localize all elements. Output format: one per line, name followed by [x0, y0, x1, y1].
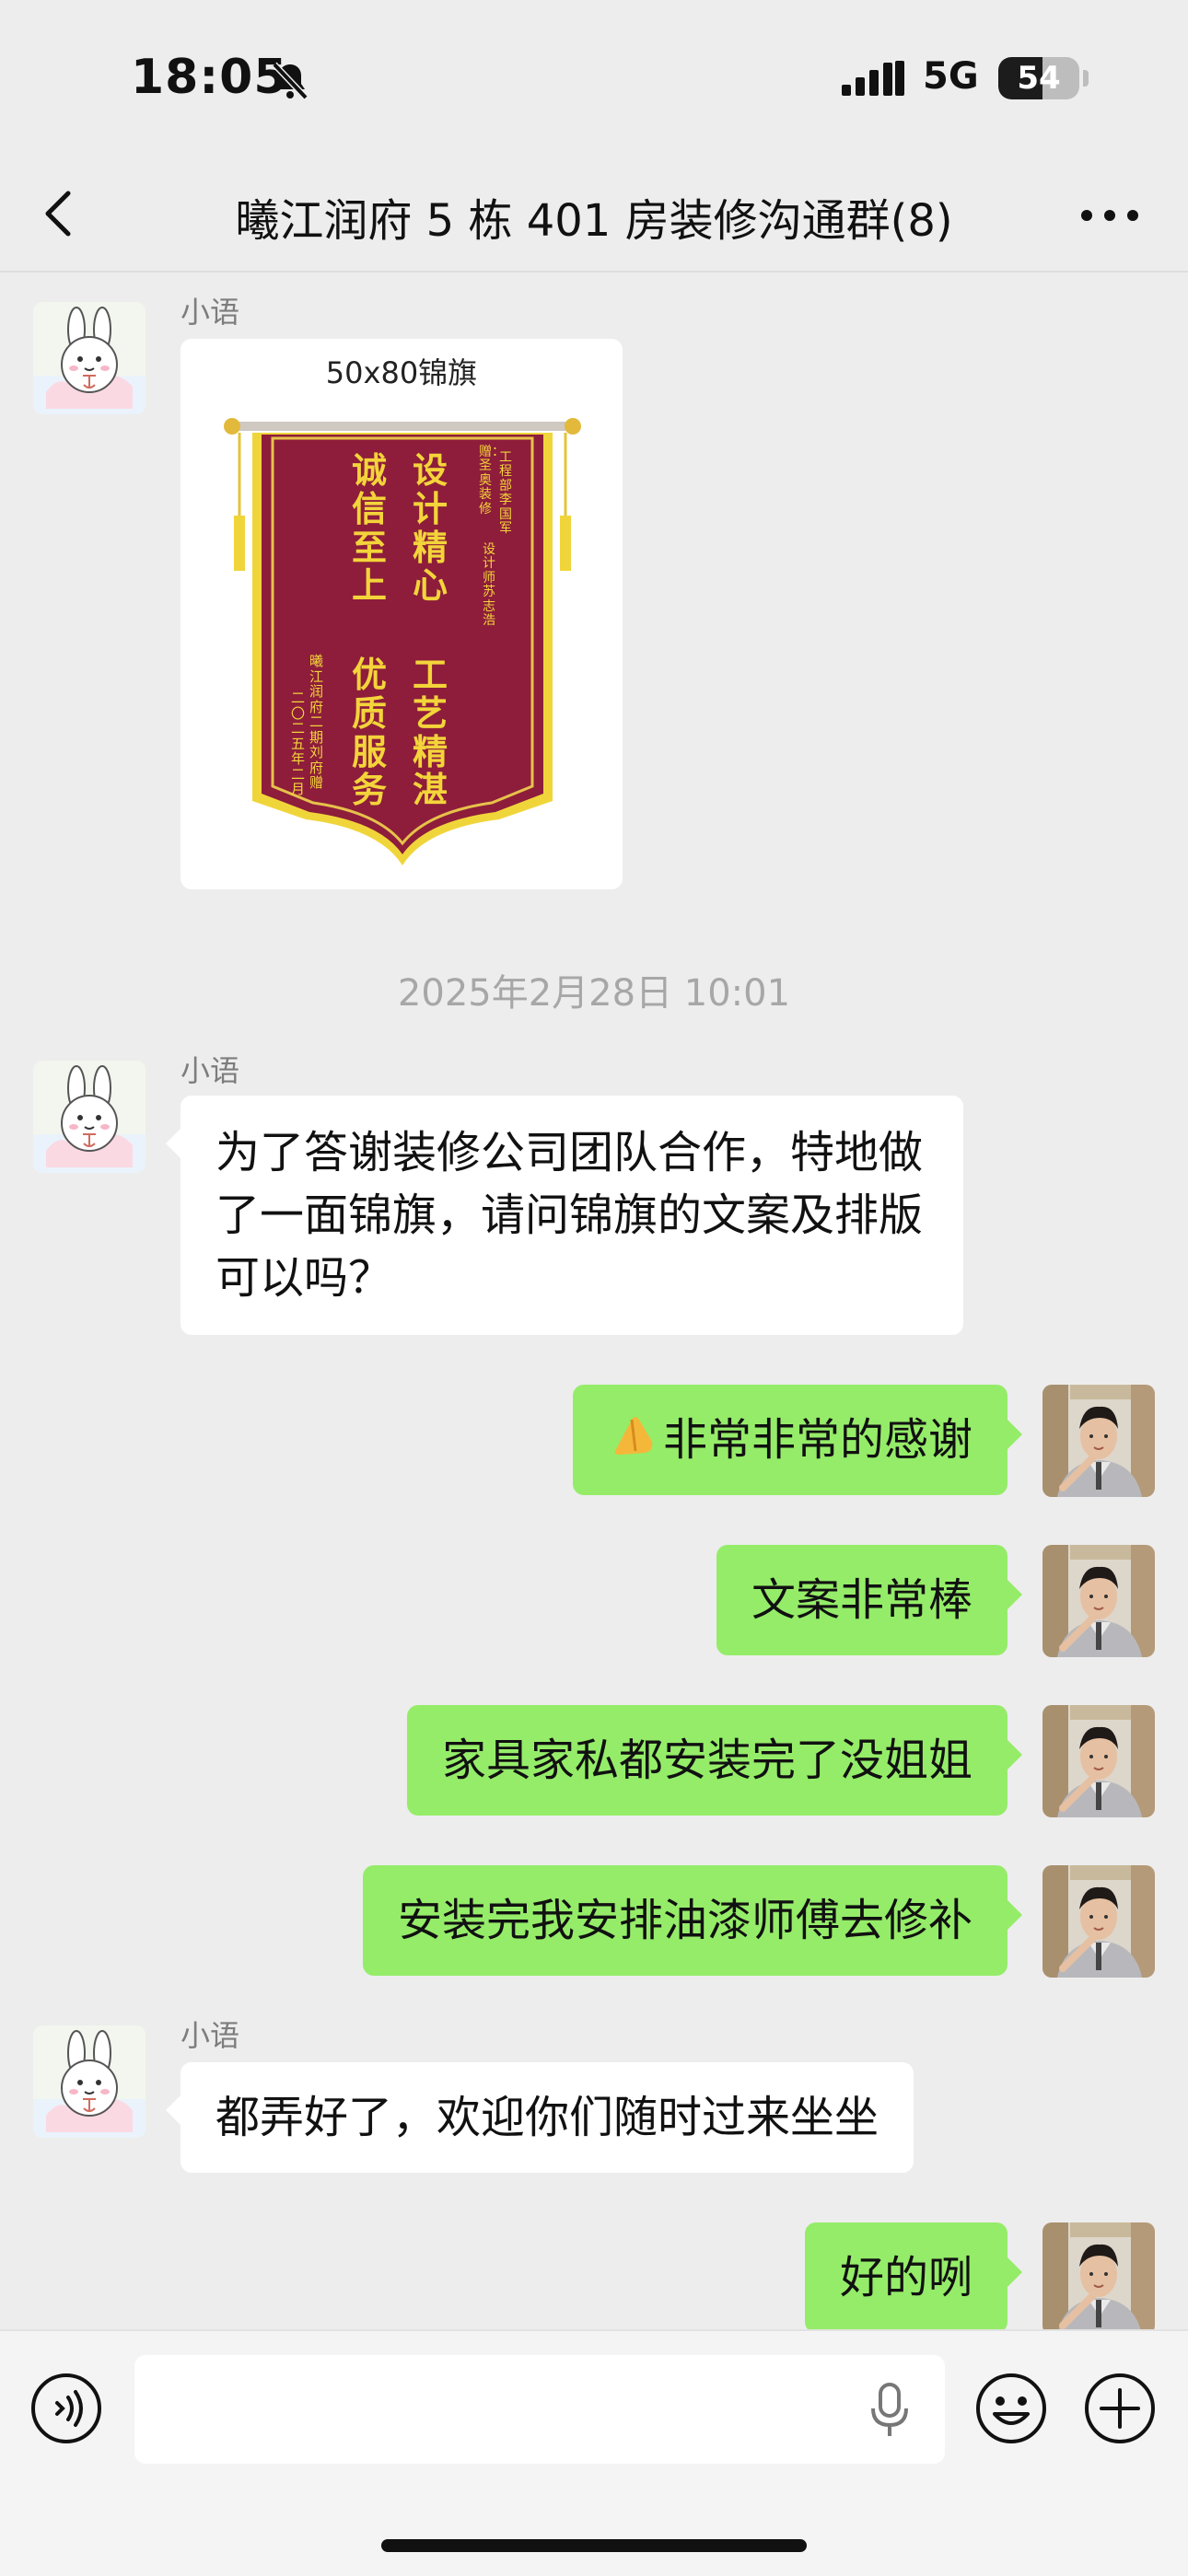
avatar-xiaoyu[interactable] [33, 1061, 146, 1173]
avatar-me[interactable] [1042, 1385, 1155, 1497]
fold-hands-emoji-icon [608, 1410, 659, 1462]
emoji-icon[interactable] [974, 2372, 1048, 2445]
chevron-left-icon[interactable] [37, 184, 83, 243]
avatar-me[interactable] [1042, 1705, 1155, 1817]
home-indicator[interactable] [381, 2539, 807, 2552]
avatar-xiaoyu[interactable] [33, 302, 146, 414]
message-text: 非常非常的感谢 [662, 1414, 973, 1466]
chat-title[interactable]: 曦江润府 5 栋 401 房装修沟通群(8) [138, 184, 1050, 249]
sender-name: 小语 [181, 2018, 240, 2053]
more-dots-icon[interactable] [1077, 206, 1142, 225]
avatar-me[interactable] [1042, 2222, 1155, 2335]
avatar-xiaoyu[interactable] [33, 2025, 146, 2138]
battery-icon: 54 [998, 57, 1079, 99]
network-type: 5G [923, 55, 979, 98]
banner-image [224, 418, 581, 865]
status-time: 18:05 [131, 50, 288, 105]
message-text: 家具家私都安装完了没姐姐 [441, 1735, 973, 1786]
battery-tip [1083, 70, 1089, 87]
avatar-me[interactable] [1042, 1865, 1155, 1978]
plus-icon[interactable] [1083, 2372, 1157, 2445]
avatar-me[interactable] [1042, 1545, 1155, 1657]
message-text: 好的咧 [839, 2252, 973, 2303]
message-text: 都弄好了，欢迎你们随时过来坐坐 [215, 2092, 879, 2143]
message-text: 为了答谢装修公司团队合作，特地做了一面锦旗，请问锦旗的文案及排版可以吗？ [215, 1127, 924, 1304]
message-input[interactable] [134, 2355, 945, 2464]
message-bubble-outgoing[interactable]: 非常非常的感谢 [572, 1385, 1023, 1495]
microphone-icon[interactable] [871, 2383, 908, 2438]
voice-mode-icon[interactable] [29, 2372, 103, 2445]
chat-header: 曦江润府 5 栋 401 房装修沟通群(8) [0, 157, 1188, 273]
message-bubble-outgoing[interactable]: 安装完我安排油漆师傅去修补 [362, 1865, 1023, 1976]
sender-name: 小语 [181, 295, 240, 330]
image-caption: 50x80锦旗 [325, 355, 478, 390]
message-text: 安装完我安排油漆师傅去修补 [397, 1895, 973, 1946]
message-bubble-outgoing[interactable]: 文案非常棒 [716, 1545, 1023, 1655]
message-bubble-outgoing[interactable]: 家具家私都安装完了没姐姐 [406, 1705, 1023, 1816]
chat-timestamp: 2025年2月28日 10:01 [397, 972, 791, 1015]
status-bar: 18:05 5G 54 [0, 0, 1188, 157]
image-message[interactable]: 50x80锦旗 设计精心 工艺精湛 诚信至上 优质服务 赠：圣奥装修 工程部李国军 设计师苏… [181, 339, 623, 889]
message-bubble-incoming[interactable]: 都弄好了，欢迎你们随时过来坐坐 [165, 2062, 914, 2173]
message-bubble-incoming[interactable]: 为了答谢装修公司团队合作，特地做了一面锦旗，请问锦旗的文案及排版可以吗？ [166, 1096, 963, 1335]
sender-name: 小语 [181, 1053, 240, 1088]
cellular-signal-icon [842, 61, 904, 96]
battery-level: 54 [1017, 60, 1061, 97]
bell-muted-icon [272, 62, 309, 100]
message-bubble-outgoing[interactable]: 好的咧 [804, 2222, 1023, 2333]
message-text: 文案非常棒 [751, 1574, 973, 1626]
